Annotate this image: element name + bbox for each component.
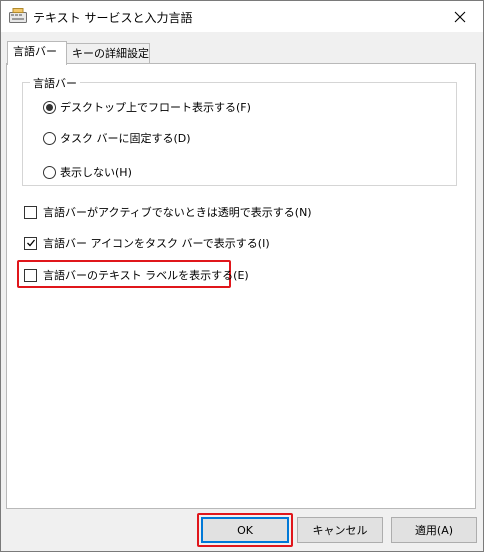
checkbox-box[interactable]	[24, 236, 37, 250]
checkbox-transparent-when-inactive[interactable]: 言語バーがアクティブでないときは透明で表示する(N)	[24, 204, 312, 220]
radio-label: タスク バーに固定する(D)	[60, 132, 191, 145]
radio-indicator[interactable]	[43, 165, 56, 179]
checkbox-show-taskbar-icons[interactable]: 言語バー アイコンをタスク バーで表示する(I)	[24, 235, 270, 251]
tab-language-bar[interactable]: 言語バー	[7, 41, 67, 65]
keyboard-icon	[9, 8, 27, 24]
close-icon	[454, 11, 466, 22]
checkbox-label: 言語バーのテキスト ラベルを表示する(E)	[43, 269, 249, 282]
apply-button[interactable]: 適用(A)	[391, 517, 477, 543]
checkmark-icon	[26, 239, 35, 247]
groupbox-label: 言語バー	[30, 75, 80, 91]
checkbox-show-text-labels[interactable]: 言語バーのテキスト ラベルを表示する(E)	[24, 267, 249, 283]
checkbox-box[interactable]	[24, 205, 37, 219]
tab-advanced-key-settings[interactable]: キーの詳細設定	[66, 43, 150, 65]
cancel-button[interactable]: キャンセル	[297, 517, 383, 543]
checkbox-label: 言語バーがアクティブでないときは透明で表示する(N)	[43, 206, 312, 219]
ok-button[interactable]: OK	[201, 517, 289, 543]
title-bar: テキスト サービスと入力言語	[1, 1, 483, 32]
radio-hidden[interactable]: 表示しない(H)	[43, 164, 132, 180]
radio-label: 表示しない(H)	[60, 166, 132, 179]
close-button[interactable]	[437, 1, 483, 32]
radio-label: デスクトップ上でフロート表示する(F)	[60, 101, 251, 114]
radio-indicator[interactable]	[43, 131, 56, 145]
checkbox-label: 言語バー アイコンをタスク バーで表示する(I)	[43, 237, 270, 250]
radio-indicator[interactable]	[43, 100, 56, 114]
window-title: テキスト サービスと入力言語	[33, 11, 193, 25]
dialog-window: テキスト サービスと入力言語 言語バー キーの詳細設定 言語バー デスクトップ上…	[0, 0, 484, 552]
checkbox-box[interactable]	[24, 268, 37, 282]
radio-float-on-desktop[interactable]: デスクトップ上でフロート表示する(F)	[43, 99, 251, 115]
radio-dock-taskbar[interactable]: タスク バーに固定する(D)	[43, 130, 191, 146]
